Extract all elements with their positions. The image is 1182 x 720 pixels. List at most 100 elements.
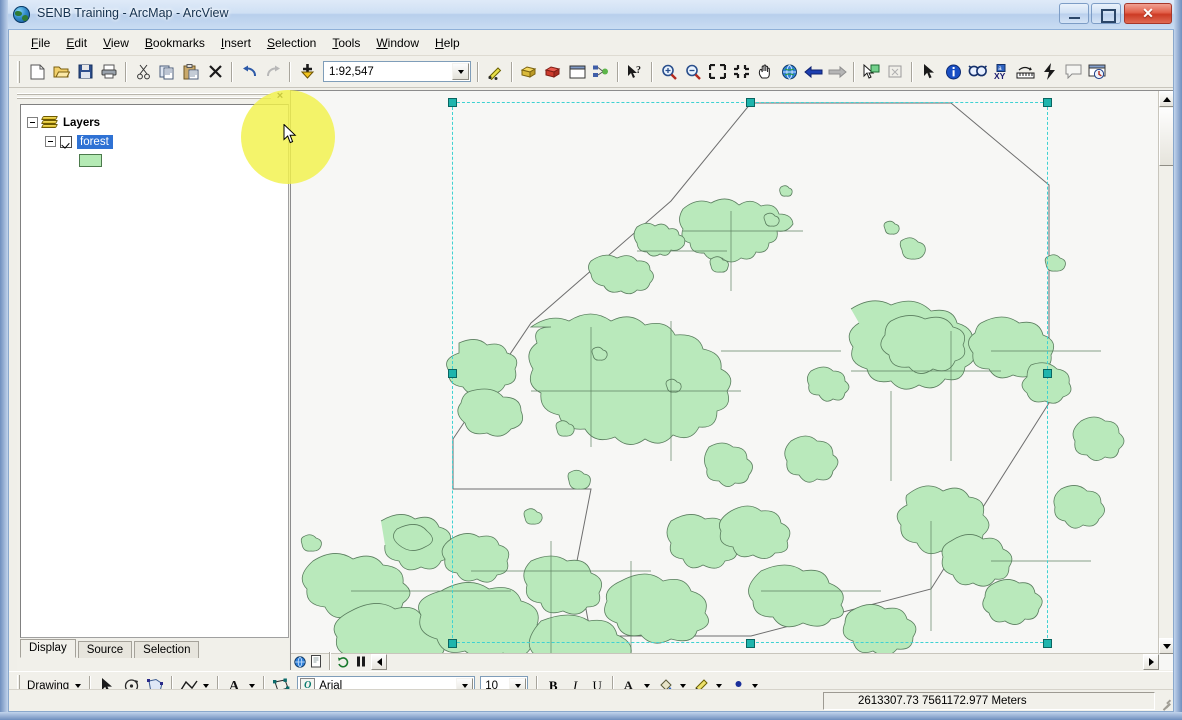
pan-icon[interactable]	[753, 60, 777, 83]
scroll-up-button[interactable]	[1159, 91, 1173, 107]
back-extent-icon[interactable]	[801, 60, 825, 83]
chevron-down-icon[interactable]	[752, 683, 759, 688]
command-line-icon[interactable]	[541, 60, 565, 83]
toolbar-separator	[477, 61, 479, 82]
redo-icon[interactable]	[261, 60, 285, 83]
time-slider-icon[interactable]	[1085, 60, 1109, 83]
menu-help[interactable]: Help	[427, 33, 468, 53]
toolbar-grip[interactable]	[17, 60, 20, 83]
tab-source[interactable]: Source	[77, 641, 133, 658]
open-icon[interactable]	[49, 60, 73, 83]
selection-handle-top-center[interactable]	[746, 98, 755, 107]
layer-symbol-swatch[interactable]	[79, 154, 102, 167]
tab-selection[interactable]: Selection	[134, 641, 200, 658]
menu-view[interactable]: View	[95, 33, 137, 53]
scroll-down-button[interactable]	[1159, 638, 1173, 654]
chevron-down-icon[interactable]	[680, 683, 687, 688]
copy-icon[interactable]	[155, 60, 179, 83]
menu-insert[interactable]: Insert	[213, 33, 259, 53]
delete-icon[interactable]	[203, 60, 227, 83]
toc-layer-expander[interactable]	[45, 136, 56, 147]
selection-handle-middle-left[interactable]	[448, 369, 457, 378]
toc-root-row[interactable]: Layers	[21, 113, 288, 132]
selection-handle-bottom-center[interactable]	[746, 639, 755, 648]
cut-icon[interactable]	[131, 60, 155, 83]
standard-toolbar: ?	[9, 56, 1173, 88]
find-icon[interactable]	[965, 60, 989, 83]
model-builder-icon[interactable]	[589, 60, 613, 83]
chevron-down-icon[interactable]	[249, 683, 256, 688]
toc-root-expander[interactable]	[27, 117, 38, 128]
select-features-icon[interactable]	[859, 60, 883, 83]
chevron-down-icon[interactable]	[716, 683, 723, 688]
resize-grip[interactable]	[1158, 695, 1172, 711]
toc-close-icon[interactable]: ×	[273, 90, 287, 103]
menu-tools[interactable]: Tools	[324, 33, 368, 53]
toolbox-icon[interactable]	[517, 60, 541, 83]
toolbar-separator	[911, 61, 913, 82]
zoom-out-icon[interactable]	[681, 60, 705, 83]
go-to-xy-icon[interactable]: a XY	[989, 60, 1013, 83]
map-vertical-scrollbar[interactable]	[1158, 91, 1173, 654]
tab-display[interactable]: Display	[20, 639, 76, 658]
paste-icon[interactable]	[179, 60, 203, 83]
menu-edit[interactable]: Edit	[58, 33, 95, 53]
selection-handle-bottom-right[interactable]	[1043, 639, 1052, 648]
editor-toolbar-icon[interactable]	[483, 60, 507, 83]
map-canvas[interactable]	[291, 91, 1159, 654]
toc-title-bar[interactable]: ×	[17, 90, 289, 103]
html-popup-icon[interactable]	[1061, 60, 1085, 83]
zoom-in-icon[interactable]	[657, 60, 681, 83]
chevron-down-icon[interactable]	[75, 683, 82, 688]
minimize-button[interactable]	[1059, 3, 1089, 24]
forward-extent-icon[interactable]	[825, 60, 849, 83]
toc-layer-row-forest[interactable]: forest	[21, 132, 288, 151]
whats-this-icon[interactable]: ?	[623, 60, 647, 83]
print-icon[interactable]	[97, 60, 121, 83]
toc-grip-line	[17, 93, 271, 95]
application-icon	[13, 6, 30, 23]
selection-handle-top-left[interactable]	[448, 98, 457, 107]
data-view-icon[interactable]	[291, 654, 308, 670]
save-icon[interactable]	[73, 60, 97, 83]
fixed-zoom-out-icon[interactable]	[729, 60, 753, 83]
menu-selection[interactable]: Selection	[259, 33, 324, 53]
clear-selection-icon[interactable]	[883, 60, 907, 83]
new-map-icon[interactable]	[25, 60, 49, 83]
maximize-button[interactable]	[1091, 3, 1121, 24]
layout-view-icon[interactable]	[308, 654, 325, 670]
add-data-icon[interactable]	[295, 60, 319, 83]
selection-handle-bottom-left[interactable]	[448, 639, 457, 648]
menu-bookmarks[interactable]: Bookmarks	[137, 33, 213, 53]
title-bar: SENB Training - ArcMap - ArcView	[0, 0, 1182, 30]
close-button[interactable]	[1124, 3, 1172, 24]
undo-icon[interactable]	[237, 60, 261, 83]
map-scale-combo[interactable]	[323, 61, 471, 82]
toc-tree[interactable]: Layers forest	[20, 104, 289, 638]
chevron-down-icon[interactable]	[452, 63, 469, 80]
identify-icon[interactable]	[941, 60, 965, 83]
toc-symbol-row[interactable]	[21, 151, 288, 170]
select-elements-icon[interactable]	[917, 60, 941, 83]
toc-layer-label-forest[interactable]: forest	[77, 134, 113, 149]
selection-handle-middle-right[interactable]	[1043, 369, 1052, 378]
hyperlink-icon[interactable]	[1037, 60, 1061, 83]
selection-handle-top-right[interactable]	[1043, 98, 1052, 107]
toc-tab-bar: Display Source Selection	[20, 639, 289, 658]
menu-window[interactable]: Window	[368, 33, 427, 53]
measure-icon[interactable]	[1013, 60, 1037, 83]
map-view[interactable]	[290, 90, 1173, 670]
chevron-down-icon[interactable]	[644, 683, 651, 688]
fixed-zoom-in-icon[interactable]	[705, 60, 729, 83]
chevron-down-icon[interactable]	[203, 683, 210, 688]
vertical-scroll-thumb[interactable]	[1159, 108, 1173, 166]
map-scale-input[interactable]	[327, 63, 451, 80]
layer-visibility-checkbox[interactable]	[60, 135, 72, 148]
menu-file[interactable]: File	[23, 33, 58, 53]
python-window-icon[interactable]	[565, 60, 589, 83]
refresh-view-icon[interactable]	[335, 654, 352, 670]
client-area: File Edit View Bookmarks Insert Selectio…	[8, 30, 1174, 712]
pause-drawing-icon[interactable]	[352, 654, 369, 670]
status-bar: 2613307.73 7561172.977 Meters	[9, 689, 1173, 711]
full-extent-icon[interactable]	[777, 60, 801, 83]
